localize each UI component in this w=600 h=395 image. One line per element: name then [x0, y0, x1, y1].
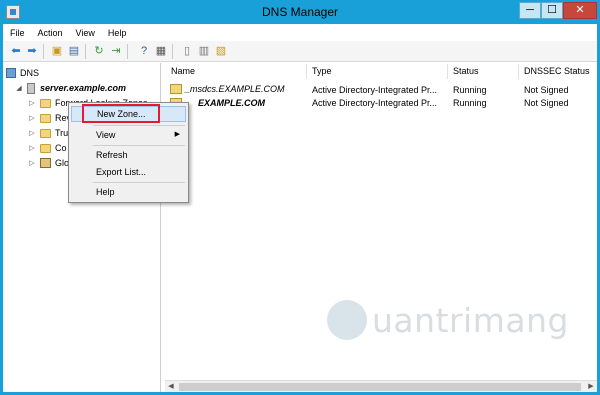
zone-icon — [170, 84, 182, 94]
detail-icon[interactable]: ▥ — [197, 44, 211, 58]
show-hide-tree-icon[interactable]: ▤ — [67, 44, 81, 58]
submenu-arrow-icon: ▶ — [174, 131, 180, 138]
up-folder-icon[interactable]: ▣ — [50, 44, 64, 58]
tree-label: server.example.com — [40, 83, 127, 93]
toolbar-separator — [172, 44, 173, 59]
forward-arrow-icon[interactable]: ➡ — [25, 44, 39, 58]
help-icon[interactable]: ? — [137, 44, 151, 58]
zone-dnssec-status: Not Signed — [524, 98, 569, 108]
tree-item-reverse-lookup-zones[interactable]: ▷ Rev — [28, 112, 71, 124]
close-button[interactable]: ✕ — [563, 2, 597, 19]
menu-separator — [93, 145, 185, 146]
refresh-icon[interactable]: ↻ — [92, 44, 106, 58]
tree-label: DNS — [20, 68, 40, 78]
folder-icon — [40, 113, 51, 123]
zone-name: _msdcs.EXAMPLE.COM — [185, 84, 285, 94]
column-header-type[interactable]: Type — [312, 66, 332, 78]
scrollbar-thumb[interactable] — [179, 383, 581, 391]
tree-item-conditional-forwarders[interactable]: ▷ Co — [28, 142, 67, 154]
server-icon — [27, 82, 35, 94]
column-header-status[interactable]: Status — [453, 66, 479, 78]
tree-item-server[interactable]: ◢ server.example.com — [15, 82, 126, 94]
column-separator[interactable] — [518, 64, 519, 79]
properties-icon[interactable]: ▦ — [154, 44, 168, 58]
watermark-text: uantrimang — [372, 301, 569, 340]
column-separator[interactable] — [447, 64, 448, 79]
expand-icon[interactable]: ▷ — [28, 99, 36, 107]
horizontal-scrollbar[interactable]: ◀ ▶ — [165, 380, 597, 392]
list-icon[interactable]: ▯ — [180, 44, 194, 58]
maximize-button[interactable]: ☐ — [541, 2, 563, 19]
toolbar-separator — [85, 44, 86, 59]
menu-bar: File Action View Help — [3, 24, 597, 41]
expand-icon[interactable]: ▷ — [28, 144, 36, 152]
menu-file[interactable]: File — [10, 28, 25, 38]
watermark: uantrimang — [327, 300, 577, 360]
menu-action[interactable]: Action — [38, 28, 63, 38]
zone-name: EXAMPLE.COM — [198, 98, 266, 108]
scroll-right-icon[interactable]: ▶ — [585, 381, 597, 393]
export-icon[interactable]: ⇥ — [109, 44, 123, 58]
expand-icon[interactable]: ▷ — [28, 114, 36, 122]
tree-item-trust-points[interactable]: ▷ Tru — [28, 127, 68, 139]
toolbar: ⬅ ➡ ▣ ▤ ↻ ⇥ ? ▦ ▯ ▥ ▧ — [3, 41, 597, 62]
collapse-icon[interactable]: ◢ — [15, 84, 23, 92]
column-header-name[interactable]: Name — [171, 66, 195, 78]
title-bar[interactable]: DNS Manager ─ ☐ ✕ — [0, 0, 600, 24]
zone-status: Running — [453, 98, 487, 108]
menu-item-label: View — [96, 130, 116, 140]
new-folder-icon[interactable]: ▧ — [214, 44, 228, 58]
expand-icon[interactable]: ▷ — [28, 159, 36, 167]
toolbar-separator — [43, 44, 44, 59]
menu-separator — [93, 182, 185, 183]
context-menu-help[interactable]: Help — [71, 184, 186, 200]
context-menu-export-list[interactable]: Export List... — [71, 164, 186, 180]
dns-manager-window: DNS Manager ─ ☐ ✕ File Action View Help … — [0, 0, 600, 395]
zone-type: Active Directory-Integrated Pr... — [312, 85, 438, 95]
menu-help[interactable]: Help — [108, 28, 127, 38]
context-menu-refresh[interactable]: Refresh — [71, 147, 186, 163]
tree-label: Co — [55, 143, 67, 153]
column-header-dnssec-status[interactable]: DNSSEC Status — [524, 66, 590, 78]
folder-icon — [40, 128, 51, 138]
zone-status: Running — [453, 85, 487, 95]
watermark-logo-icon — [327, 300, 367, 340]
menu-separator — [93, 125, 185, 126]
dns-icon — [6, 68, 16, 78]
tree-label: Tru — [55, 128, 69, 138]
toolbar-separator — [127, 44, 128, 59]
highlight-box — [82, 104, 160, 123]
minimize-button[interactable]: ─ — [519, 2, 541, 19]
tree-item-dns[interactable]: DNS — [6, 67, 39, 79]
context-menu-view[interactable]: View ▶ — [71, 127, 186, 143]
scroll-left-icon[interactable]: ◀ — [165, 381, 177, 393]
zone-type: Active Directory-Integrated Pr... — [312, 98, 438, 108]
column-separator[interactable] — [306, 64, 307, 79]
expand-icon[interactable]: ▷ — [28, 129, 36, 137]
folder-icon — [40, 143, 51, 153]
zone-dnssec-status: Not Signed — [524, 85, 569, 95]
back-arrow-icon[interactable]: ⬅ — [9, 44, 23, 58]
menu-view[interactable]: View — [76, 28, 95, 38]
tree-item-global-logs[interactable]: ▷ Glo — [28, 157, 69, 169]
folder-icon — [40, 98, 51, 108]
window-title: DNS Manager — [261, 5, 339, 19]
tree-label: Glo — [55, 158, 70, 168]
global-logs-icon — [40, 158, 51, 168]
